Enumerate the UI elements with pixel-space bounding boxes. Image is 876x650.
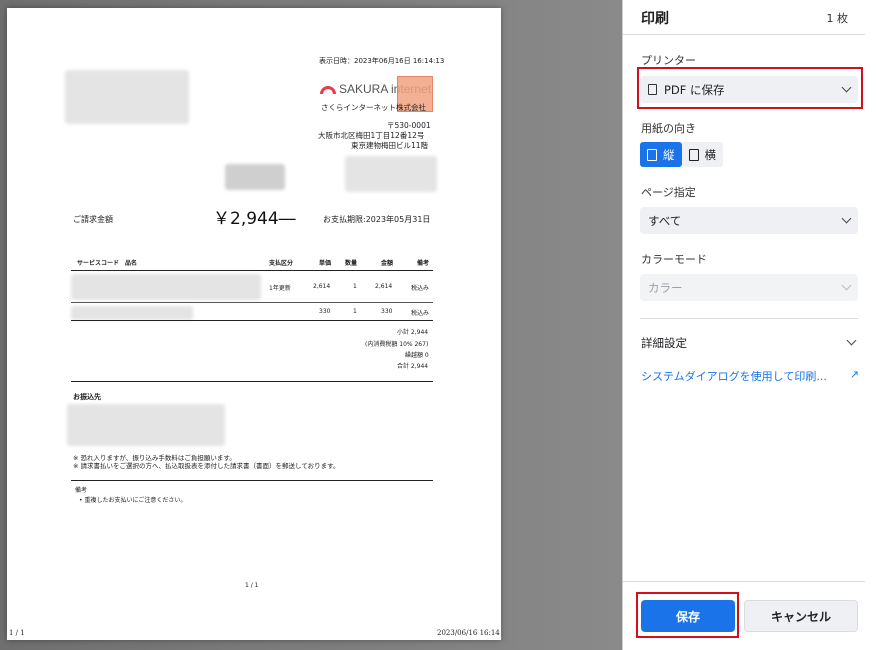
row-divider: [71, 302, 433, 303]
settings-divider: [640, 318, 858, 319]
row-note: 税込み: [411, 310, 430, 317]
system-dialog-link[interactable]: システムダイアログを使用して印刷... ↗: [641, 368, 859, 384]
footer-divider: [623, 581, 865, 582]
chevron-down-icon: [846, 335, 857, 346]
section-rule: [71, 381, 433, 382]
color-mode-value: カラー: [648, 280, 683, 295]
address-line-2: 東京建物梅田ビル11階: [351, 141, 429, 150]
billing-amount: ￥2,944―: [213, 209, 296, 229]
row-qty: 1: [353, 283, 357, 290]
subtotal: 小計 2,944: [397, 329, 429, 336]
header-unit: 単価: [319, 260, 332, 267]
sakura-logo: [319, 80, 337, 94]
preview-page: 表示日時：2023年06月16日 16:14:13 SAKURA interne…: [7, 8, 501, 640]
header-note: 備考: [417, 260, 430, 267]
sheet-count: 1 枚: [826, 12, 849, 25]
footer-timestamp: 2023/06/16 16:14: [437, 629, 500, 637]
bank-heading: お振込先: [73, 393, 101, 401]
orientation-landscape-button[interactable]: 横: [681, 142, 723, 167]
print-preview-area: 表示日時：2023年06月16日 16:14:13 SAKURA interne…: [0, 0, 622, 650]
row-note: 税込み: [411, 285, 430, 292]
pages-select[interactable]: すべて: [640, 207, 858, 234]
row-qty: 1: [353, 308, 357, 315]
color-mode-label: カラーモード: [641, 253, 707, 266]
display-datetime: 表示日時：2023年06月16日 16:14:13: [319, 57, 445, 65]
row-unit: 330: [319, 308, 331, 315]
landscape-icon: [688, 148, 699, 161]
row-amount: 2,614: [375, 283, 393, 290]
page-number: 1 / 1: [245, 582, 259, 589]
printer-highlight-box: [637, 67, 863, 109]
item-name-redacted: [71, 274, 261, 300]
table-header-rule: [71, 270, 433, 271]
customer-name-redacted: [225, 164, 285, 190]
orientation-label: 用紙の向き: [641, 122, 696, 135]
header-qty: 数量: [345, 260, 358, 267]
tax: (内消費税額 10% 267): [365, 341, 429, 348]
save-highlight-box: [636, 592, 739, 638]
external-link-icon: ↗: [849, 368, 859, 381]
company-name: さくらインターネット株式会社: [321, 103, 426, 112]
header-amount: 金額: [381, 260, 394, 267]
bank-info-redacted: [67, 404, 225, 446]
more-settings-label: 詳細設定: [641, 336, 687, 350]
orientation-portrait-button[interactable]: 縦: [640, 142, 682, 167]
due-date: お支払期限:2023年05月31日: [323, 215, 431, 224]
header-service: サービスコード 品名: [77, 260, 138, 267]
pages-label: ページ指定: [641, 186, 696, 199]
remarks-item: • 重複したお支払いにご注意ください。: [79, 497, 187, 504]
row-amount: 330: [381, 308, 393, 315]
pages-value: すべて: [648, 213, 682, 228]
remarks-rule: [71, 480, 433, 481]
carryover: 繰越額 0: [405, 352, 429, 359]
portrait-icon: [647, 148, 657, 161]
row-unit: 2,614: [313, 283, 331, 290]
table-bottom-rule: [71, 320, 433, 321]
cancel-button[interactable]: キャンセル: [744, 600, 858, 632]
recipient-address-redacted: [65, 70, 189, 124]
total: 合計 2,944: [397, 363, 429, 370]
portrait-label: 縦: [663, 147, 675, 162]
registration-redacted: [345, 156, 437, 192]
remarks-heading: 備考: [75, 487, 88, 494]
cancel-label: キャンセル: [770, 609, 831, 624]
billing-label: ご請求金額: [73, 215, 113, 224]
row-category: 1年更新: [269, 285, 291, 292]
color-mode-select: カラー: [640, 274, 858, 301]
chevron-down-icon: [841, 280, 852, 291]
note-2: ※ 請求書払いをご選択の方へ、払込取扱表を添付した請求書（書面）を郵送しておりま…: [73, 462, 340, 470]
system-dialog-label: システムダイアログを使用して印刷...: [641, 370, 827, 383]
header-divider: [623, 34, 865, 35]
print-settings-panel: 印刷 1 枚 プリンター PDF に保存 用紙の向き 縦 横 ページ指定 すべて…: [622, 0, 876, 650]
landscape-label: 横: [704, 147, 717, 162]
chevron-down-icon: [841, 213, 852, 224]
printer-label: プリンター: [641, 54, 696, 67]
item-name-redacted: [71, 306, 193, 320]
more-settings-toggle[interactable]: 詳細設定: [641, 335, 859, 351]
dialog-title: 印刷: [641, 11, 669, 27]
footer-page: 1 / 1: [9, 629, 25, 637]
header-category: 支払区分: [269, 260, 294, 267]
orientation-toggle: 縦 横: [640, 142, 723, 167]
